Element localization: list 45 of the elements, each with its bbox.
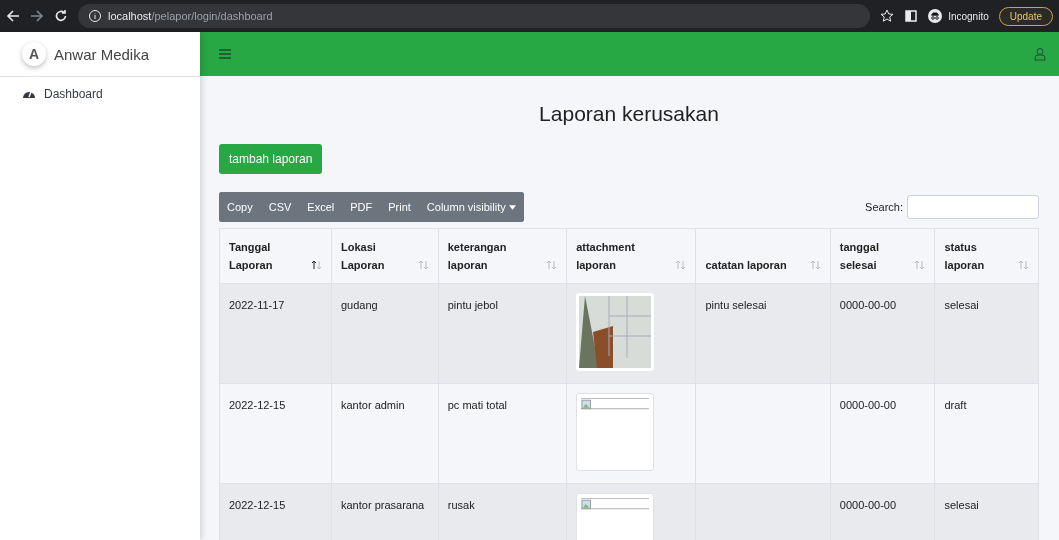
broken-image-icon <box>581 498 650 510</box>
column-header[interactable]: keterangan laporan <box>438 228 567 284</box>
sidebar-item[interactable]: Dashboard <box>22 87 178 101</box>
column-header[interactable]: Lokasi Laporan <box>331 228 439 284</box>
table-cell: 2022-12-15 <box>229 399 286 411</box>
incognito-indicator[interactable]: Incognito <box>928 9 989 23</box>
sort-icon[interactable] <box>311 260 322 270</box>
incognito-icon <box>928 9 943 23</box>
table-cell: kantor admin <box>341 399 405 411</box>
table-cell: kantor prasarana <box>341 499 425 511</box>
column-header[interactable]: tanggal selesai <box>830 228 935 284</box>
column-header[interactable]: catatan laporan <box>695 228 831 284</box>
back-icon[interactable] <box>6 9 20 23</box>
reload-icon[interactable] <box>54 9 68 23</box>
table-cell: 2022-12-15 <box>229 499 286 511</box>
address-bar[interactable]: localhost/pelapor/login/dashboard <box>78 4 871 28</box>
table-cell: 0000-00-00 <box>839 499 897 511</box>
side-panel-icon[interactable] <box>904 9 919 23</box>
table-cell: 0000-00-00 <box>839 299 897 311</box>
broken-image-icon <box>581 398 650 410</box>
star-icon[interactable] <box>880 9 895 23</box>
table-cell: 2022-11-17 <box>229 299 285 311</box>
search-field[interactable] <box>907 195 1039 219</box>
table-cell: rusak <box>447 499 475 511</box>
column-header[interactable]: status laporan <box>934 228 1039 284</box>
table-cell: draft <box>944 399 967 411</box>
brand-logo: A <box>22 42 46 66</box>
table-cell: gudang <box>341 299 378 311</box>
info-icon <box>88 9 102 23</box>
table-cell: selesai <box>944 299 979 311</box>
brand-name: Anwar Medika <box>54 45 150 63</box>
search-label: Search: <box>865 201 903 213</box>
column-header[interactable]: attachment laporan <box>566 228 696 284</box>
table-cell: pintu selesai <box>705 299 767 311</box>
forward-icon[interactable] <box>30 9 44 23</box>
table-cell: pintu jebol <box>447 299 498 311</box>
table-cell: 0000-00-00 <box>839 399 897 411</box>
column-header[interactable]: Tanggal Laporan <box>219 228 332 284</box>
update-button[interactable]: Update <box>998 6 1053 26</box>
table-cell: selesai <box>944 499 979 511</box>
menu-icon[interactable] <box>218 47 232 61</box>
page-title: Laporan kerusakan <box>538 102 720 126</box>
user-icon[interactable] <box>1033 47 1047 61</box>
table-cell: pc mati total <box>447 399 508 411</box>
caret-icon <box>508 204 516 210</box>
